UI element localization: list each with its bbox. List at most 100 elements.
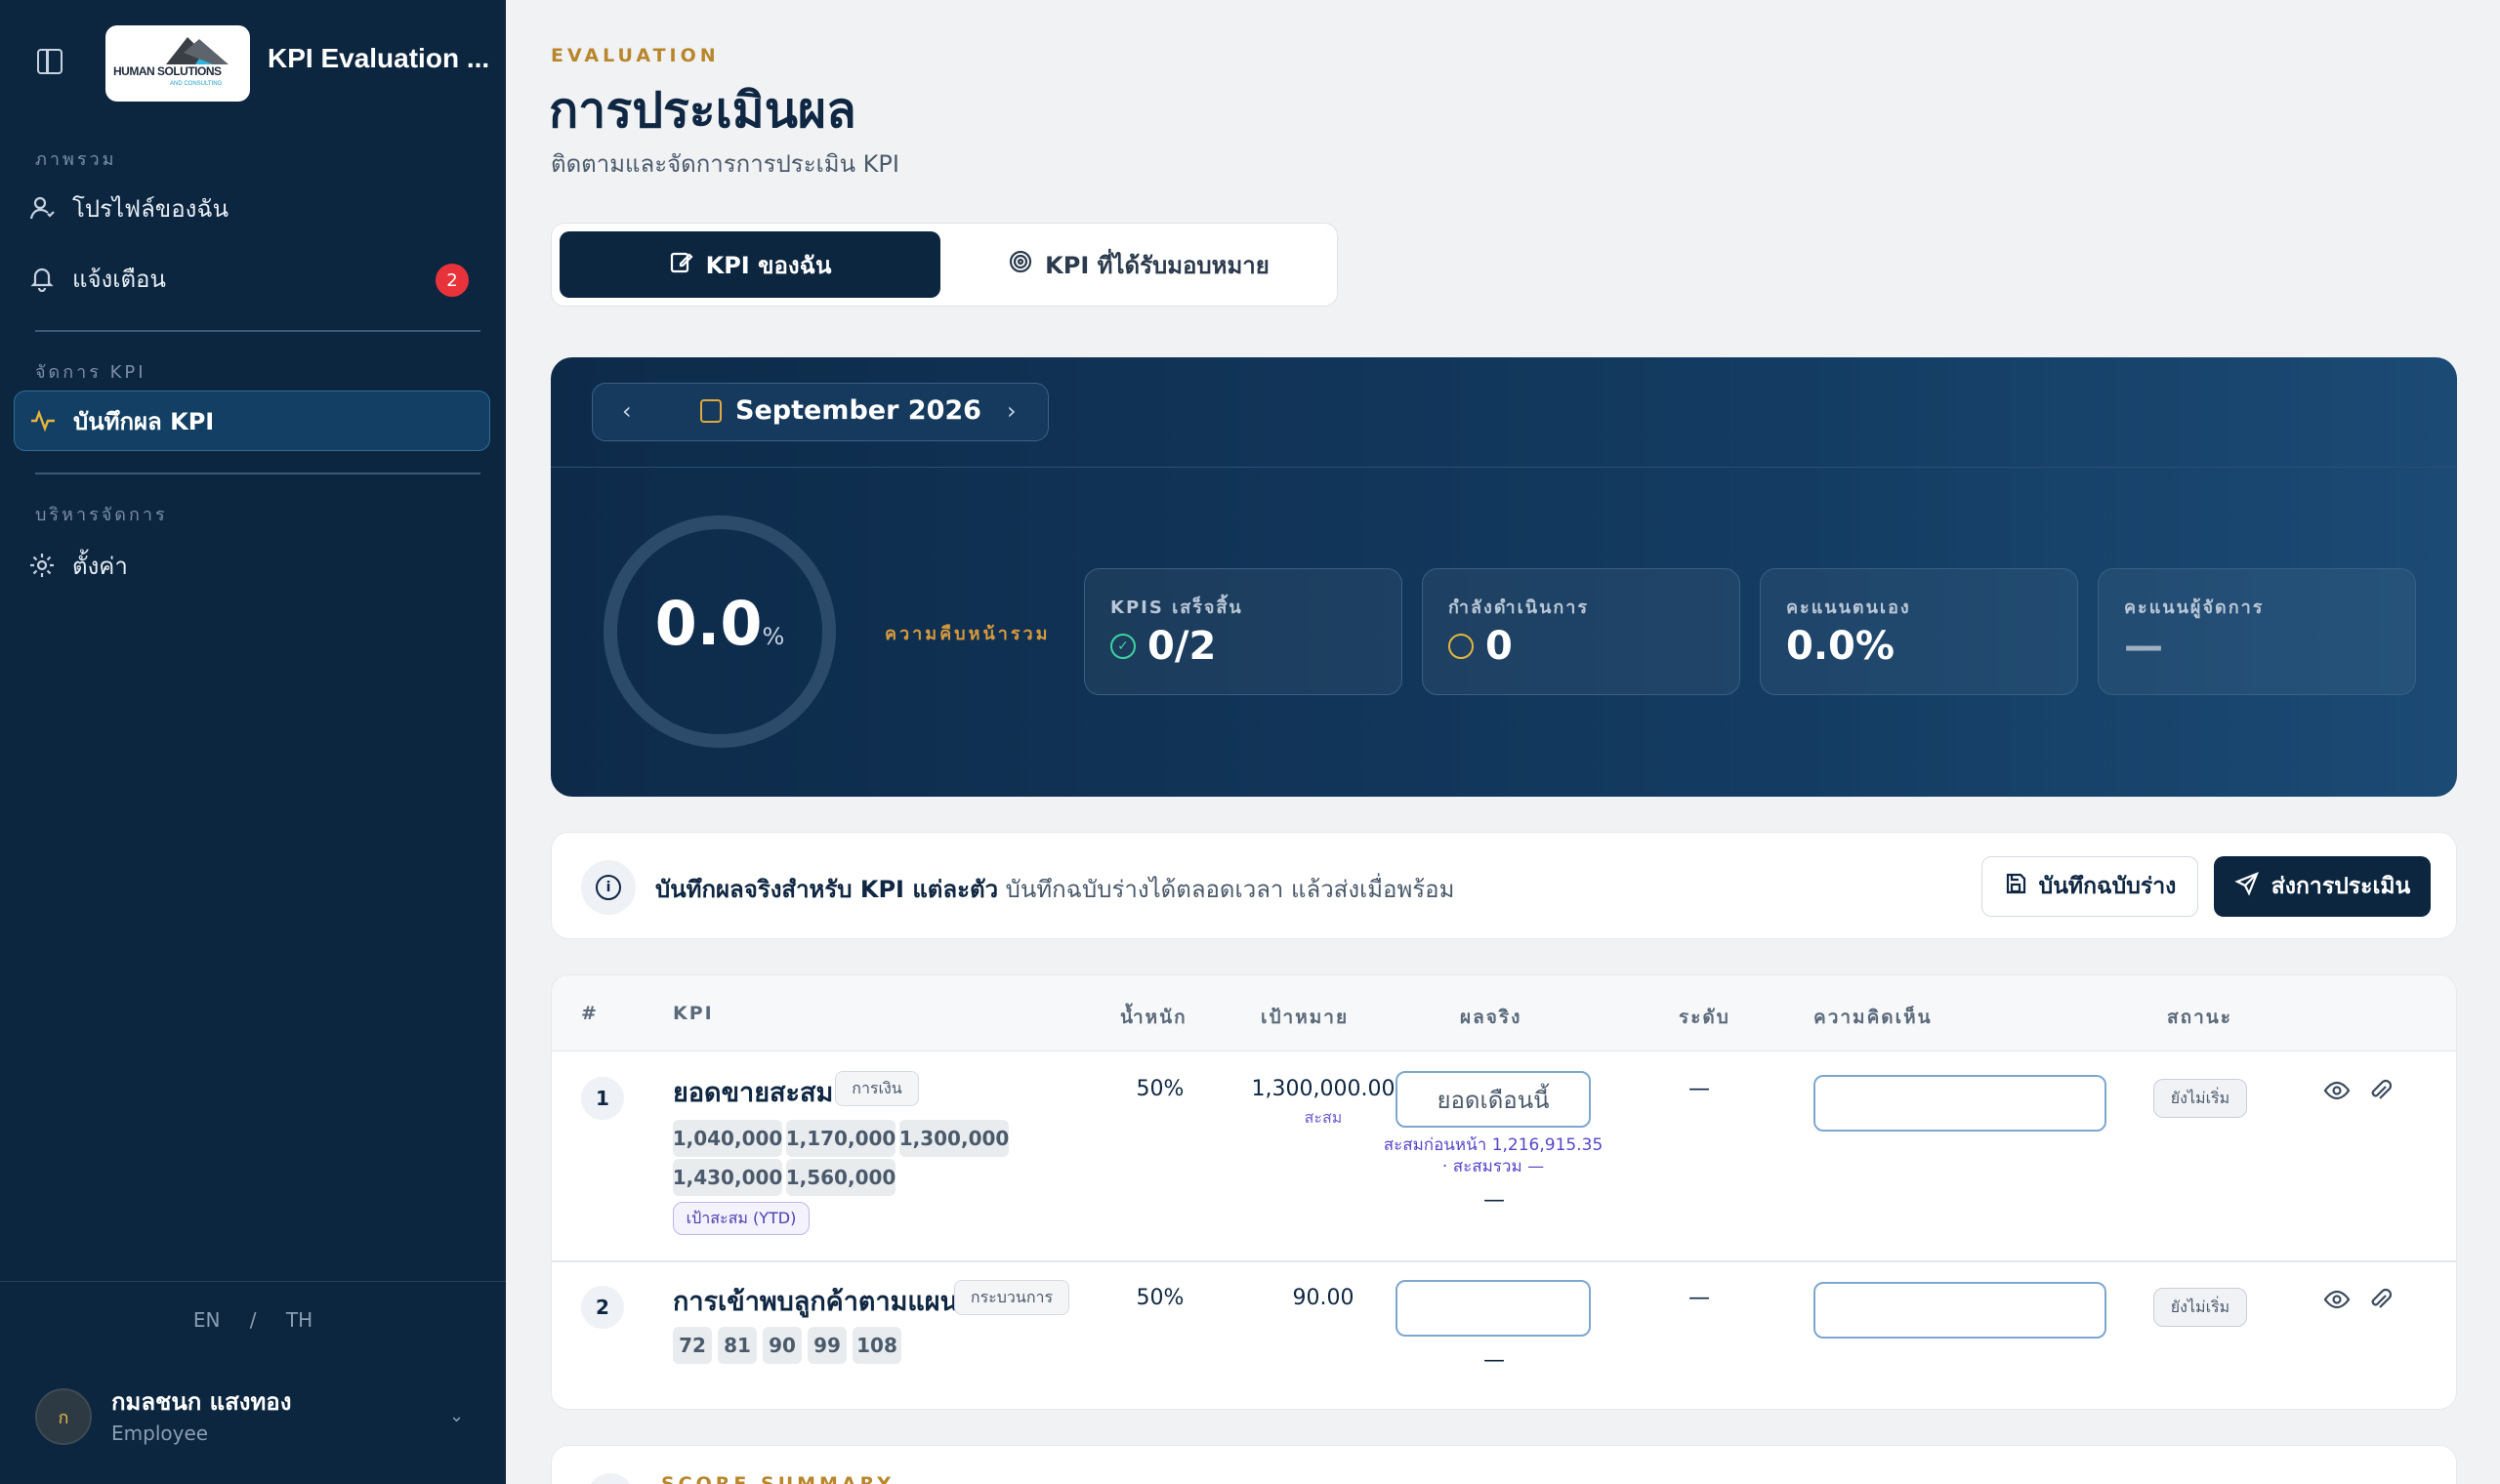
level-chip: 81 [718, 1327, 757, 1364]
level-chip: 1,560,000 [786, 1159, 896, 1196]
instruction-rest: บันทึกฉบับร่างได้ตลอดเวลา แล้วส่งเมื่อพร… [998, 876, 1455, 903]
month-label[interactable]: September 2026 [735, 395, 981, 426]
chevron-left-icon[interactable]: ‹ [622, 397, 632, 425]
stat-value: 0 [1485, 624, 1513, 669]
user-icon [27, 193, 57, 223]
col-header-target: เป้าหมาย [1261, 1007, 1350, 1028]
instruction-bar: i บันทึกผลจริงสำหรับ KPI แต่ละตัว บันทึก… [551, 832, 2457, 939]
tab-assigned-kpi[interactable]: KPI ที่ได้รับมอบหมาย [946, 231, 1331, 298]
stat-value: 0.0% [1786, 624, 1895, 669]
divider [0, 1281, 506, 1282]
activity-icon [28, 406, 58, 435]
edit-icon [669, 249, 694, 281]
table-row: 1 ยอดขายสะสม การเงิน 1,040,000 1,170,000… [552, 1051, 2456, 1260]
col-header-actual: ผลจริง [1460, 1007, 1522, 1028]
page-title: การประเมินผล [549, 82, 856, 139]
target-icon [1008, 249, 1033, 281]
tab-label: KPI ของฉัน [705, 251, 832, 279]
section-label-kpi: จัดการ KPI [35, 362, 146, 383]
logo-text: HUMAN SOLUTIONS [113, 64, 222, 78]
stat-card-completed: KPIS เสร็จสิ้น ✓ 0/2 [1084, 568, 1402, 695]
button-label: บันทึกฉบับร่าง [2038, 874, 2177, 899]
avatar[interactable]: ก [35, 1388, 92, 1445]
month-selector: ‹ September 2026 › [592, 383, 1049, 441]
target-value: 1,300,000.00 [1251, 1077, 1396, 1101]
lang-th[interactable]: TH [286, 1308, 312, 1332]
table-header: # KPI น้ำหนัก เป้าหมาย ผลจริง ระดับ ความ… [552, 975, 2456, 1051]
kpi-name: การเข้าพบลูกค้าตามแผน [673, 1287, 959, 1317]
instruction-text: บันทึกผลจริงสำหรับ KPI แต่ละตัว บันทึกฉบ… [655, 870, 1454, 908]
score-summary-card: SCORE SUMMARY [551, 1445, 2457, 1484]
stat-value-row: ✓ 0/2 [1110, 624, 1216, 669]
row-number: 2 [581, 1286, 624, 1329]
stat-label: คะแนนผู้จัดการ [2124, 598, 2265, 618]
target-note: สะสม [1304, 1108, 1343, 1127]
col-header-status: สถานะ [2167, 1007, 2232, 1028]
sidebar-item-settings[interactable]: ตั้งค่า [14, 535, 490, 596]
lang-separator: / [249, 1308, 257, 1332]
view-icon[interactable] [2323, 1077, 2351, 1111]
gear-icon [27, 551, 57, 580]
level-chip: 1,300,000 [899, 1120, 1009, 1157]
evaluation-summary-panel: ‹ September 2026 › 0.0% ความคืบหน้ารวม K… [551, 357, 2457, 797]
language-switcher: EN / TH [0, 1308, 506, 1332]
stat-label: KPIS เสร็จสิ้น [1110, 598, 1243, 618]
score-icon [587, 1473, 634, 1484]
col-header-num: # [581, 1003, 599, 1024]
clock-icon [1448, 634, 1474, 659]
company-logo: HUMAN SOLUTIONS AND CONSULTING [105, 25, 250, 102]
app-title: KPI Evaluation ... [268, 43, 490, 73]
status-badge: ยังไม่เริ่ม [2153, 1079, 2247, 1118]
sidebar-item-label: แจ้งเตือน [72, 265, 166, 293]
page-subtitle: ติดตามและจัดการการประเมิน KPI [551, 150, 899, 178]
tab-my-kpi[interactable]: KPI ของฉัน [560, 231, 940, 298]
stat-card-self-score: คะแนนตนเอง 0.0% [1760, 568, 2078, 695]
ytd-tag: เป้าสะสม (YTD) [673, 1202, 810, 1235]
section-label-overview: ภาพรวม [35, 149, 117, 170]
level-chip: 108 [853, 1327, 901, 1364]
category-tag: การเงิน [835, 1071, 919, 1106]
sidebar-item-record-kpi[interactable]: บันทึกผล KPI [14, 391, 490, 451]
logo-subtext: AND CONSULTING [170, 81, 223, 87]
stat-value: — [2124, 624, 2163, 669]
logo-mark-icon [166, 37, 229, 64]
stat-value: 0/2 [1147, 624, 1217, 669]
attachment-icon[interactable] [2366, 1286, 2394, 1320]
section-label-admin: บริหารจัดการ [35, 505, 168, 525]
sidebar-item-label: โปรไฟล์ของฉัน [72, 194, 229, 223]
submit-evaluation-button[interactable]: ส่งการประเมิน [2214, 856, 2431, 917]
comment-input[interactable] [1813, 1282, 2106, 1339]
view-icon[interactable] [2323, 1286, 2351, 1320]
sidebar-item-label: ตั้งค่า [72, 552, 128, 580]
progress-label: ความคืบหน้ารวม [885, 624, 1051, 644]
chevron-right-icon[interactable]: › [1007, 397, 1017, 425]
lang-en[interactable]: EN [193, 1308, 221, 1332]
check-circle-icon: ✓ [1110, 634, 1136, 659]
sidebar-item-notifications[interactable]: แจ้งเตือน 2 [14, 248, 490, 309]
save-draft-button[interactable]: บันทึกฉบับร่าง [1981, 856, 2198, 917]
stat-card-in-progress: กำลังดำเนินการ 0 [1422, 568, 1740, 695]
progress-value-display: 0.0% [600, 588, 840, 659]
user-role: Employee [111, 1422, 209, 1445]
level-chip: 1,040,000 [673, 1120, 782, 1157]
actual-input[interactable] [1396, 1280, 1591, 1337]
chevron-down-icon[interactable]: ⌄ [449, 1406, 464, 1426]
divider [35, 473, 480, 474]
stat-label: กำลังดำเนินการ [1448, 598, 1590, 618]
tab-bar: KPI ของฉัน KPI ที่ได้รับมอบหมาย [551, 223, 1338, 307]
category-tag: กระบวนการ [954, 1280, 1069, 1315]
user-name[interactable]: กมลชนก แสงทอง [111, 1382, 291, 1421]
comment-input[interactable] [1813, 1075, 2106, 1132]
sidebar-toggle-icon[interactable] [37, 49, 62, 74]
notification-badge: 2 [436, 264, 469, 297]
divider [35, 330, 480, 332]
stat-value-row: 0 [1448, 624, 1513, 669]
actual-input[interactable]: ยอดเดือนนี้ [1396, 1071, 1591, 1128]
level-chip: 99 [808, 1327, 847, 1364]
attachment-icon[interactable] [2366, 1077, 2394, 1111]
tab-label: KPI ที่ได้รับมอบหมาย [1045, 251, 1270, 279]
actual-dash: — [1483, 1188, 1505, 1213]
sidebar-item-profile[interactable]: โปรไฟล์ของฉัน [14, 178, 490, 238]
info-icon: i [581, 860, 636, 915]
stat-label: คะแนนตนเอง [1786, 598, 1911, 618]
